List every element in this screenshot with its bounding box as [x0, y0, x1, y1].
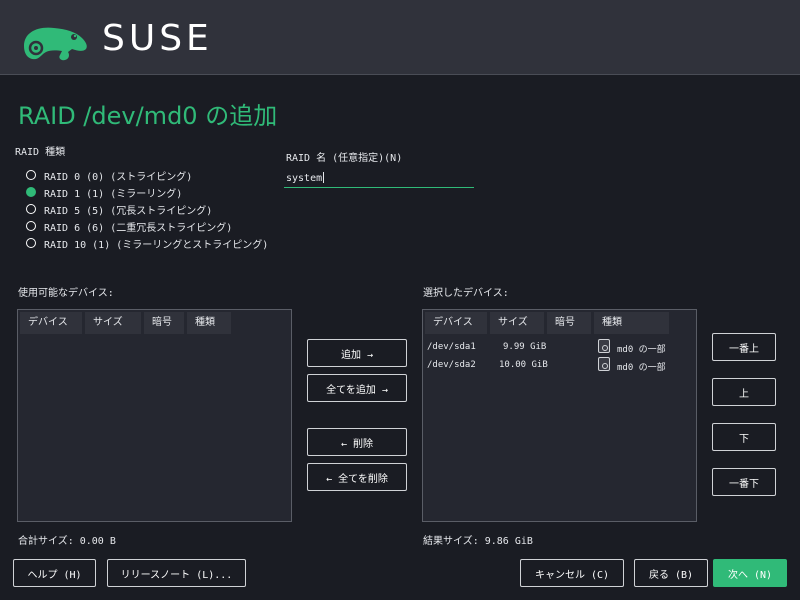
column-header-type[interactable]: 種類 — [187, 312, 231, 334]
radio-label: RAID 10 (1) (ミラーリングとストライピング) — [44, 239, 269, 251]
column-header-device[interactable]: デバイス — [20, 312, 82, 334]
column-header-encryption[interactable]: 暗号 — [547, 312, 591, 334]
next-button[interactable]: 次へ (N) — [713, 559, 787, 587]
cell-size: 9.99 GiB — [503, 342, 547, 352]
cell-size: 10.00 GiB — [499, 360, 548, 370]
radio-raid10[interactable]: RAID 10 (1) (ミラーリングとストライピング) — [26, 235, 268, 251]
radio-button-icon[interactable] — [26, 238, 36, 248]
disk-icon — [598, 339, 610, 353]
cancel-button[interactable]: キャンセル (C) — [520, 559, 624, 587]
cell-type: md0 の一部 — [617, 363, 666, 373]
radio-raid1[interactable]: RAID 1 (1) (ミラーリング) — [26, 184, 182, 200]
move-bottom-button[interactable]: 一番下 — [712, 468, 776, 496]
table-row[interactable]: /dev/sda1 9.99 GiB md0 の一部 — [423, 338, 696, 356]
radio-label: RAID 5 (5) (冗長ストライピング) — [44, 205, 213, 217]
back-button[interactable]: 戻る (B) — [634, 559, 708, 587]
column-header-encryption[interactable]: 暗号 — [144, 312, 184, 334]
cell-device: /dev/sda2 — [427, 360, 476, 370]
radio-label: RAID 6 (6) (二重冗長ストライピング) — [44, 222, 233, 234]
radio-button-icon[interactable] — [26, 204, 36, 214]
suse-chameleon-logo-icon — [24, 27, 87, 61]
add-all-button[interactable]: 全てを追加 → — [307, 374, 407, 402]
radio-label: RAID 1 (1) (ミラーリング) — [44, 188, 183, 200]
column-header-size[interactable]: サイズ — [490, 312, 544, 334]
selected-total-size: 結果サイズ: 9.86 GiB — [423, 536, 533, 547]
selected-devices-label: 選択したデバイス: — [423, 288, 509, 299]
table-row[interactable]: /dev/sda2 10.00 GiB md0 の一部 — [423, 356, 696, 374]
radio-raid5[interactable]: RAID 5 (5) (冗長ストライピング) — [26, 201, 212, 217]
available-devices-table[interactable]: デバイス サイズ 暗号 種類 — [17, 309, 292, 522]
column-header-size[interactable]: サイズ — [85, 312, 141, 334]
column-header-device[interactable]: デバイス — [425, 312, 487, 334]
move-up-button[interactable]: 上 — [712, 378, 776, 406]
move-top-button[interactable]: 一番上 — [712, 333, 776, 361]
available-devices-label: 使用可能なデバイス: — [18, 288, 114, 299]
cell-device: /dev/sda1 — [427, 342, 476, 352]
selected-devices-table[interactable]: デバイス サイズ 暗号 種類 /dev/sda1 9.99 GiB md0 の一… — [422, 309, 697, 522]
page-title: RAID /dev/md0 の追加 — [18, 102, 278, 130]
release-notes-button[interactable]: リリースノート (L)... — [107, 559, 246, 587]
remove-button[interactable]: ← 削除 — [307, 428, 407, 456]
suse-wordmark: SUSE — [102, 18, 213, 59]
radio-button-checked-icon[interactable] — [26, 187, 36, 197]
header-bar: SUSE — [0, 0, 800, 75]
raid-name-value: system — [286, 173, 323, 184]
radio-raid6[interactable]: RAID 6 (6) (二重冗長ストライピング) — [26, 218, 232, 234]
remove-all-button[interactable]: ← 全てを削除 — [307, 463, 407, 491]
cell-type: md0 の一部 — [617, 345, 666, 355]
add-button[interactable]: 追加 → — [307, 339, 407, 367]
raid-name-label: RAID 名 (任意指定)(N) — [286, 153, 403, 164]
available-total-size: 合計サイズ: 0.00 B — [18, 536, 116, 547]
radio-button-icon[interactable] — [26, 221, 36, 231]
text-caret — [323, 172, 325, 183]
radio-raid0[interactable]: RAID 0 (0) (ストライピング) — [26, 167, 192, 183]
raid-type-label: RAID 種類 — [15, 147, 66, 158]
raid-name-input[interactable]: system — [284, 170, 474, 188]
help-button[interactable]: ヘルプ (H) — [13, 559, 96, 587]
radio-button-icon[interactable] — [26, 170, 36, 180]
move-down-button[interactable]: 下 — [712, 423, 776, 451]
column-header-type[interactable]: 種類 — [594, 312, 669, 334]
radio-label: RAID 0 (0) (ストライピング) — [44, 171, 193, 183]
disk-icon — [598, 357, 610, 371]
